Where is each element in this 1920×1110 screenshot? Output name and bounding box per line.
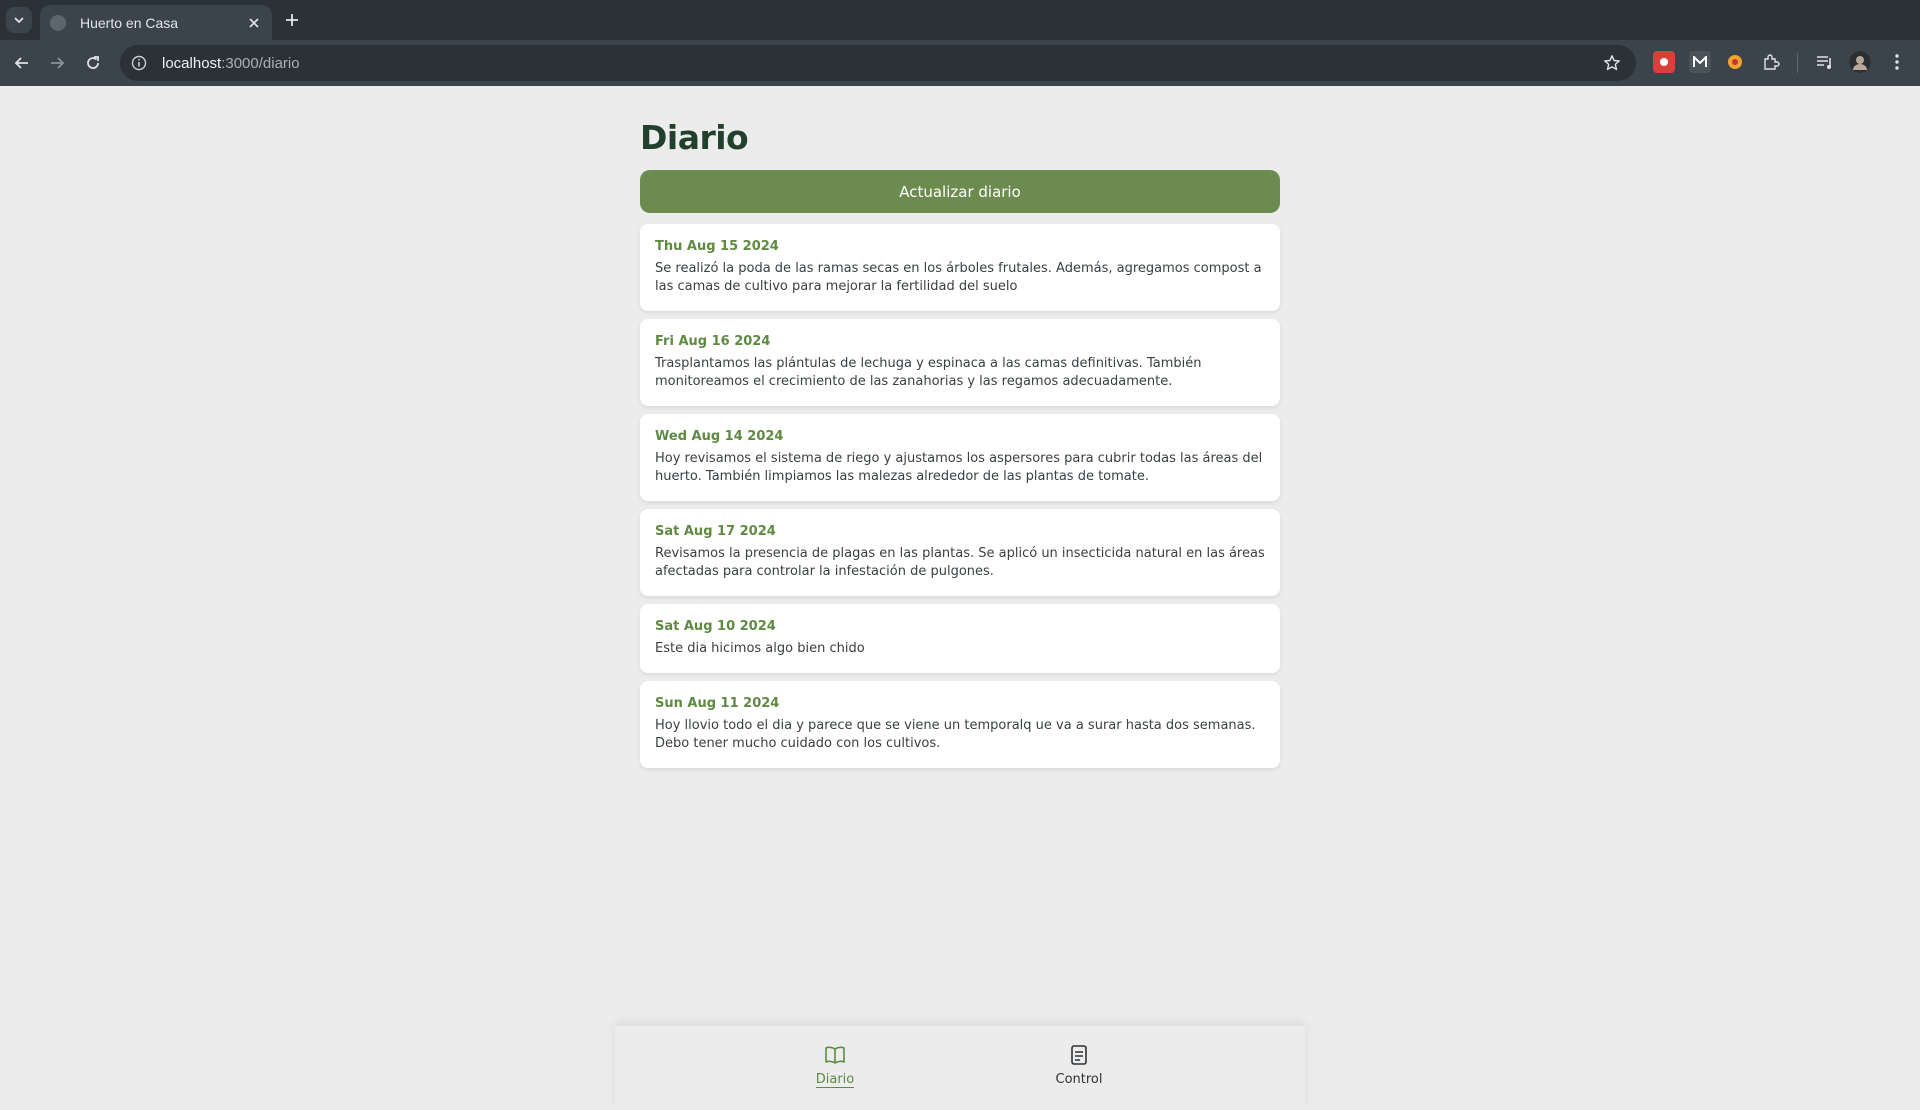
nav-label-diario: Diario xyxy=(815,1072,855,1088)
address-bar[interactable]: localhost:3000/diario xyxy=(120,45,1636,81)
page-viewport: Diario Actualizar diario Thu Aug 15 2024… xyxy=(0,86,1920,1110)
browser-tab-bar: Huerto en Casa xyxy=(0,0,1920,40)
kebab-menu-icon[interactable] xyxy=(1886,51,1908,73)
diary-entry: Sat Aug 10 2024 Este dia hicimos algo bi… xyxy=(640,604,1280,673)
entry-date: Sat Aug 10 2024 xyxy=(655,619,776,634)
diary-entry-list: Thu Aug 15 2024 Se realizó la poda de la… xyxy=(640,224,1280,768)
diary-entry: Thu Aug 15 2024 Se realizó la poda de la… xyxy=(640,224,1280,311)
entry-text: Hoy llovio todo el dia y parece que se v… xyxy=(655,718,1256,751)
entry-date: Thu Aug 15 2024 xyxy=(655,239,779,254)
new-tab-plus-icon[interactable] xyxy=(280,8,304,32)
diary-entry: Fri Aug 16 2024 Trasplantamos las plántu… xyxy=(640,319,1280,406)
diary-entry: Sun Aug 11 2024 Hoy llovio todo el dia y… xyxy=(640,681,1280,768)
forward-arrow-icon[interactable] xyxy=(43,49,71,77)
entry-date: Sat Aug 17 2024 xyxy=(655,524,776,539)
tab-title: Huerto en Casa xyxy=(80,14,179,31)
browser-toolbar: localhost:3000/diario xyxy=(0,40,1920,86)
back-arrow-icon[interactable] xyxy=(8,49,36,77)
entry-date: Wed Aug 14 2024 xyxy=(655,429,784,444)
extension-orange-icon[interactable] xyxy=(1724,51,1746,73)
entry-text: Revisamos la presencia de plagas en las … xyxy=(655,546,1265,579)
extension-red-icon[interactable] xyxy=(1653,51,1675,73)
reload-icon[interactable] xyxy=(79,49,107,77)
url-text: localhost:3000/diario xyxy=(162,54,300,72)
bookmark-star-icon[interactable] xyxy=(1602,53,1622,73)
entry-date: Sun Aug 11 2024 xyxy=(655,696,780,711)
browser-tab[interactable]: Huerto en Casa xyxy=(40,5,272,40)
extensions-puzzle-icon[interactable] xyxy=(1760,51,1782,73)
tab-search-chevron-icon[interactable] xyxy=(6,7,32,33)
book-open-icon xyxy=(824,1044,846,1066)
close-icon[interactable] xyxy=(244,13,264,33)
entry-text: Trasplantamos las plántulas de lechuga y… xyxy=(655,356,1202,389)
entry-text: Se realizó la poda de las ramas secas en… xyxy=(655,261,1262,294)
diary-entry: Wed Aug 14 2024 Hoy revisamos el sistema… xyxy=(640,414,1280,501)
page-title: Diario xyxy=(640,118,749,157)
toolbar-separator xyxy=(1797,53,1798,73)
update-diary-button[interactable]: Actualizar diario xyxy=(640,170,1280,213)
entry-date: Fri Aug 16 2024 xyxy=(655,334,771,349)
entry-text: Este dia hicimos algo bien chido xyxy=(655,641,865,656)
entry-text: Hoy revisamos el sistema de riego y ajus… xyxy=(655,451,1263,484)
site-info-icon[interactable] xyxy=(130,54,148,72)
clipboard-list-icon xyxy=(1068,1044,1090,1066)
globe-icon xyxy=(50,14,66,31)
nav-item-control[interactable]: Control xyxy=(1029,1044,1129,1094)
bottom-navigation: Diario Control xyxy=(615,1026,1305,1110)
nav-label-control: Control xyxy=(1055,1072,1103,1087)
media-queue-icon[interactable] xyxy=(1814,51,1836,73)
main-content: Diario Actualizar diario Thu Aug 15 2024… xyxy=(640,86,1280,776)
nav-item-diario[interactable]: Diario xyxy=(785,1044,885,1094)
diary-entry: Sat Aug 17 2024 Revisamos la presencia d… xyxy=(640,509,1280,596)
extension-m-icon[interactable] xyxy=(1689,51,1711,73)
profile-avatar[interactable] xyxy=(1849,51,1871,73)
